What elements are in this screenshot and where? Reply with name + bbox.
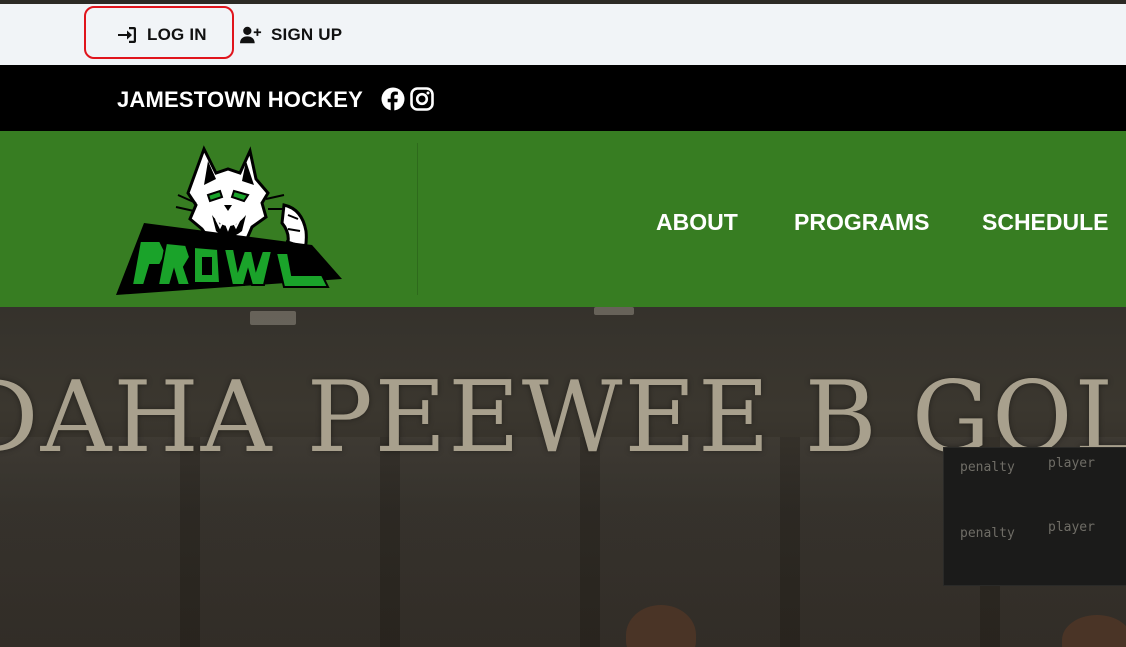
prowl-logo[interactable] <box>116 145 344 297</box>
nav-about[interactable]: ABOUT <box>656 209 738 236</box>
user-plus-icon <box>240 26 262 44</box>
nav-schedule[interactable]: SCHEDULE <box>982 209 1109 236</box>
signup-link[interactable]: SIGN UP <box>240 23 342 47</box>
org-name[interactable]: JAMESTOWN HOCKEY <box>117 87 363 113</box>
hero-banner: DAHA PEEWEE B GOLD penalty player penalt… <box>0 307 1126 647</box>
nav-programs[interactable]: PROGRAMS <box>794 209 929 236</box>
instagram-icon[interactable] <box>410 87 434 111</box>
nav-divider <box>417 143 418 295</box>
login-highlight <box>84 6 234 59</box>
main-nav: ABOUT PROGRAMS SCHEDULE <box>0 131 1126 307</box>
ceiling-light <box>594 307 634 315</box>
scoreboard-label: penalty <box>960 526 1015 541</box>
penalty-scoreboard: penalty player penalty player <box>943 447 1126 586</box>
signup-label: SIGN UP <box>271 25 343 44</box>
scoreboard-label: player <box>1048 520 1095 535</box>
org-bar: JAMESTOWN HOCKEY <box>0 65 1126 131</box>
scoreboard-label: player <box>1048 456 1095 471</box>
scoreboard-label: penalty <box>960 460 1015 475</box>
facebook-icon[interactable] <box>381 87 405 111</box>
ceiling-light <box>250 311 296 325</box>
